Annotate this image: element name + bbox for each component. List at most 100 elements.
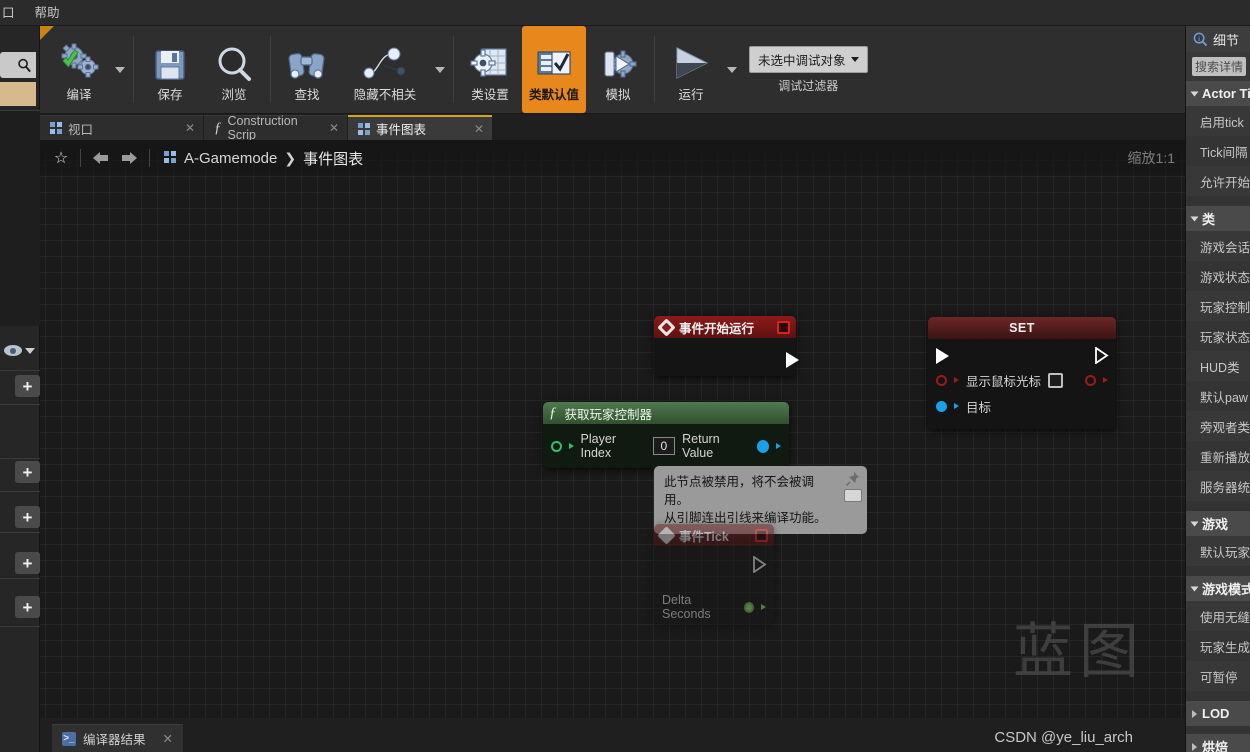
node-set-show-mouse-cursor[interactable]: SET 显示鼠标光标 目标 [928, 317, 1116, 429]
show-mouse-cursor-checkbox[interactable] [1048, 372, 1064, 388]
tab-event-graph[interactable]: 事件图表 ✕ [348, 115, 492, 140]
play-triangle-icon [669, 40, 713, 82]
details-section-class[interactable]: 类 [1186, 206, 1250, 231]
tab-viewport[interactable]: 视口 ✕ [40, 115, 203, 140]
details-row[interactable]: 默认玩家 [1186, 536, 1250, 566]
toolbar-hide-unrelated-button[interactable]: 隐藏不相关 [339, 26, 431, 113]
add-button-1[interactable]: + [15, 375, 40, 397]
bool-input-pin[interactable] [936, 374, 947, 386]
node-event-tick[interactable]: 事件Tick Delta Seconds [654, 524, 774, 624]
details-section-actor-tick[interactable]: Actor Ti [1186, 81, 1250, 106]
player-index-label: Player Index [580, 432, 616, 460]
pin-icon[interactable] [845, 471, 861, 487]
bool-output-pin[interactable] [1085, 374, 1096, 386]
toolbar-simulate-button[interactable]: 模拟 [586, 26, 650, 113]
chevron-down-icon [850, 56, 859, 62]
compile-options-dropdown[interactable] [111, 26, 129, 113]
details-search-input[interactable]: 搜索详情 [1192, 57, 1246, 76]
add-button-5[interactable]: + [15, 596, 40, 618]
toolbar-compile-button[interactable]: 编译 [47, 26, 111, 113]
details-row[interactable]: 启用tick [1186, 106, 1250, 136]
binoculars-icon [286, 40, 328, 82]
details-row[interactable]: 重新播放 [1186, 441, 1250, 471]
node-event-begin-play[interactable]: 事件开始运行 [654, 316, 799, 376]
toolbar-save-button[interactable]: 保存 [138, 26, 202, 113]
details-row[interactable]: 玩家生成 [1186, 631, 1250, 661]
tab-close-icon[interactable]: ✕ [474, 122, 484, 136]
arrow-left-icon[interactable] [87, 145, 115, 171]
set-target-pin-label: 目标 [966, 400, 992, 415]
exec-output-pin[interactable] [1094, 347, 1110, 364]
blueprint-watermark: 蓝图 [1013, 618, 1145, 685]
toolbar-find-label: 查找 [294, 88, 320, 102]
play-options-dropdown[interactable] [723, 26, 741, 113]
details-row[interactable]: 玩家状态 [1186, 321, 1250, 351]
toolbar-browse-button[interactable]: 浏览 [202, 26, 266, 113]
left-search-input[interactable] [0, 52, 36, 78]
tab-construction-script[interactable]: ƒ Construction Scrip ✕ [204, 114, 347, 142]
toolbar-class-settings-label: 类设置 [471, 88, 509, 102]
tab-viewport-label: 视口 [68, 122, 94, 137]
tab-close-icon[interactable]: ✕ [329, 121, 339, 135]
toolbar-play-button[interactable]: 运行 [659, 26, 723, 113]
tab-close-icon[interactable]: ✕ [163, 731, 173, 746]
details-section-label: 类 [1202, 212, 1216, 227]
exec-output-pin[interactable] [752, 556, 768, 573]
return-value-pin[interactable] [756, 439, 769, 453]
menu-item-window[interactable]: 口 [0, 0, 25, 26]
details-row[interactable]: 可暂停 [1186, 661, 1250, 691]
arrow-right-icon[interactable] [115, 145, 143, 171]
breadcrumb-leaf: 事件图表 [303, 150, 364, 168]
node-body: Player Index 0 Return Value [543, 424, 789, 468]
visibility-toggle[interactable] [4, 345, 35, 356]
player-index-input[interactable]: 0 [652, 437, 676, 455]
red-square-icon[interactable] [755, 528, 768, 542]
details-row[interactable]: 允许开始 [1186, 166, 1250, 196]
details-row[interactable]: 默认paw [1186, 381, 1250, 411]
set-bool-pin-label: 显示鼠标光标 [966, 374, 1042, 389]
pin-arrow-icon [761, 604, 766, 610]
toolbar-class-defaults-button[interactable]: 类默认值 [522, 26, 586, 113]
add-button-4[interactable]: + [15, 552, 40, 574]
node-get-player-controller[interactable]: ƒ 获取玩家控制器 Player Index 0 Return Value [543, 402, 789, 468]
toolbar-play-label: 运行 [678, 88, 704, 102]
target-input-pin[interactable] [936, 400, 947, 412]
hide-unrelated-dropdown[interactable] [431, 26, 449, 113]
details-section-game[interactable]: 游戏 [1186, 511, 1250, 536]
details-row[interactable]: HUD类 [1186, 351, 1250, 381]
details-section-game-mode[interactable]: 游戏模式 [1186, 576, 1250, 601]
breadcrumb-root[interactable]: A-Gamemode [184, 150, 277, 167]
details-section-bake[interactable]: 烘焙 [1186, 734, 1250, 752]
details-row[interactable]: 使用无缝 [1186, 601, 1250, 631]
player-index-pin[interactable] [551, 440, 562, 452]
details-row[interactable]: Tick间隔 [1186, 136, 1250, 166]
details-row[interactable]: 旁观者类 [1186, 411, 1250, 441]
left-thumbnail [0, 82, 36, 106]
add-button-2[interactable]: + [15, 461, 40, 483]
exec-output-pin[interactable] [786, 352, 799, 368]
toolbar-find-button[interactable]: 查找 [275, 26, 339, 113]
event-graph-canvas[interactable]: 蓝图 ☆ A-Gamemode ❯ 事件图表 缩放1:1 事件开始运行 SET … [40, 140, 1185, 718]
node-title: 事件开始运行 [679, 321, 755, 336]
function-f-icon: ƒ [549, 404, 557, 421]
terminal-icon: >_ [62, 731, 76, 746]
graph-grid-icon [358, 122, 370, 135]
favorite-star-icon[interactable]: ☆ [48, 145, 74, 171]
details-section-lod[interactable]: LOD [1186, 701, 1250, 726]
toolbar-class-settings-button[interactable]: 类设置 [458, 26, 522, 113]
pin-arrow-icon [954, 403, 959, 409]
exec-input-pin[interactable] [936, 348, 949, 364]
debug-object-select[interactable]: 未选中调试对象 [749, 45, 868, 73]
tab-compiler-results[interactable]: >_ 编译器结果 ✕ [52, 724, 183, 752]
keyboard-icon [844, 489, 862, 502]
add-button-3[interactable]: + [15, 506, 40, 528]
delta-seconds-pin[interactable] [743, 601, 754, 613]
node-header: 事件开始运行 [654, 316, 796, 338]
details-row[interactable]: 游戏状态 [1186, 261, 1250, 291]
details-row[interactable]: 游戏会话 [1186, 231, 1250, 261]
menu-item-help[interactable]: 帮助 [25, 0, 70, 26]
tab-close-icon[interactable]: ✕ [185, 121, 195, 135]
details-row[interactable]: 玩家控制 [1186, 291, 1250, 321]
details-row[interactable]: 服务器统 [1186, 471, 1250, 501]
red-square-icon[interactable] [777, 320, 790, 334]
